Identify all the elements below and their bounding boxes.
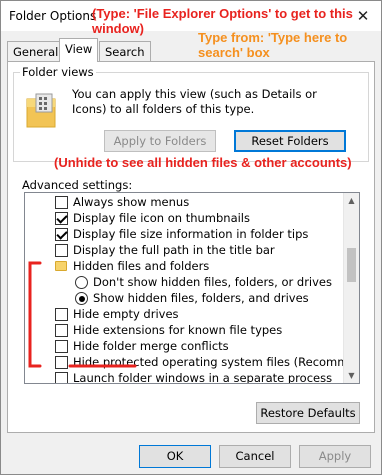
scroll-up-icon[interactable]: ▲ xyxy=(344,193,359,208)
scroll-down-icon[interactable]: ▼ xyxy=(344,368,359,383)
restore-defaults-button[interactable]: Restore Defaults xyxy=(256,402,360,424)
list-item-label: Hidden files and folders xyxy=(73,259,210,273)
vertical-scrollbar[interactable]: ▲ ▼ xyxy=(343,193,359,383)
checkbox[interactable] xyxy=(55,340,68,353)
folder-options-window: Folder Options ✕ General View Search Fol… xyxy=(0,0,382,475)
ok-button[interactable]: OK xyxy=(139,445,211,468)
checkbox[interactable] xyxy=(55,244,68,257)
list-item-label: Display file icon on thumbnails xyxy=(73,211,250,225)
list-item-label: Always show menus xyxy=(73,195,190,209)
cancel-button[interactable]: Cancel xyxy=(219,445,291,468)
apply-to-folders-button[interactable]: Apply to Folders xyxy=(104,130,216,152)
folder-icon xyxy=(55,261,67,271)
list-item-label: Hide protected operating system files (R… xyxy=(73,355,360,369)
list-item-label: Show hidden files, folders, and drives xyxy=(93,291,309,305)
tab-general-label: General xyxy=(13,45,59,59)
window-title: Folder Options xyxy=(9,9,97,23)
checkbox[interactable] xyxy=(55,196,68,209)
apply-button[interactable]: Apply xyxy=(299,445,371,468)
tab-view-label: View xyxy=(65,42,93,56)
checkbox[interactable] xyxy=(55,372,68,383)
reset-folders-button[interactable]: Reset Folders xyxy=(234,130,346,152)
folder-views-legend: Folder views xyxy=(20,65,96,79)
scrollbar-thumb[interactable] xyxy=(347,248,356,282)
list-item-label: Don't show hidden files, folders, or dri… xyxy=(93,275,333,289)
folder-views-group: Folder views You can apply this view (su… xyxy=(13,65,369,162)
checkbox[interactable] xyxy=(55,324,68,337)
radio-button[interactable] xyxy=(75,292,88,305)
view-tab-panel: Folder views You can apply this view (su… xyxy=(7,61,375,433)
tab-search-label: Search xyxy=(105,45,145,59)
checkbox[interactable] xyxy=(55,356,68,369)
tab-general[interactable]: General xyxy=(7,41,65,61)
folder-view-icon xyxy=(26,93,56,128)
list-item-label: Hide extensions for known file types xyxy=(73,323,283,337)
folder-views-description: You can apply this view (such as Details… xyxy=(72,87,317,116)
checkbox[interactable] xyxy=(55,212,68,225)
advanced-settings-list[interactable]: Always show menus Display file icon on t… xyxy=(24,192,360,384)
search-hint-annotation: Type from: 'Type here to search' box xyxy=(198,30,348,60)
checkbox[interactable] xyxy=(55,228,68,241)
list-item-label: Hide empty drives xyxy=(73,307,179,321)
advanced-settings-label: Advanced settings: xyxy=(22,178,133,192)
list-item-label: Display file size information in folder … xyxy=(73,227,309,241)
tab-view[interactable]: View xyxy=(59,38,99,62)
list-item-label: Display the full path in the title bar xyxy=(73,243,275,257)
list-item-label: Launch folder windows in a separate proc… xyxy=(73,371,333,384)
unhide-hint-annotation: (Unhide to see all hidden files & other … xyxy=(54,155,352,170)
tab-search[interactable]: Search xyxy=(99,41,151,61)
list-item-label: Hide folder merge conflicts xyxy=(73,339,229,353)
checkbox[interactable] xyxy=(55,308,68,321)
radio-button[interactable] xyxy=(75,276,88,289)
